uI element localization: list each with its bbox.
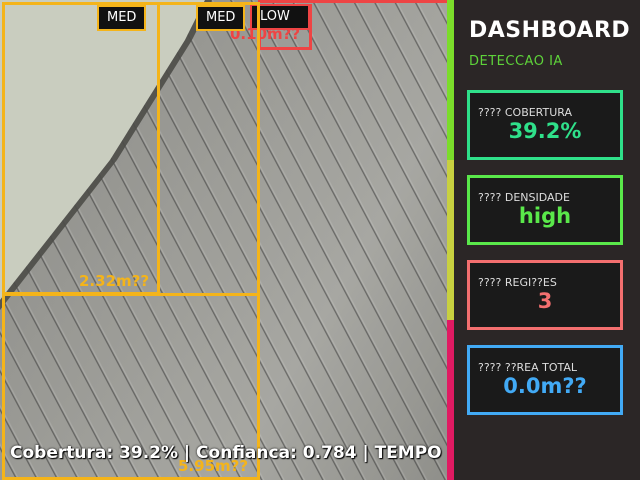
card-total-area: ???? ??REA TOTAL 0.0m?? xyxy=(467,345,623,415)
card-coverage: ???? COBERTURA 39.2% xyxy=(467,90,623,160)
card-coverage-label: ???? COBERTURA xyxy=(478,106,573,119)
panel-title: DASHBOARD xyxy=(469,18,631,43)
card-regions-value: 3 xyxy=(537,289,553,313)
card-total-area-label: ???? ??REA TOTAL xyxy=(478,361,578,374)
status-bar: Cobertura: 39.2% | Confianca: 0.784 | TE… xyxy=(10,443,447,463)
low-box-top-edge xyxy=(258,0,447,3)
camera-feed: 0.10m?? LOW MED 2.32m?? MED 5.95m?? Cobe… xyxy=(0,0,447,480)
detection-tag-med-2: MED xyxy=(196,5,246,31)
card-total-area-value: 0.0m?? xyxy=(503,374,587,398)
panel-subtitle: DETECCAO IA xyxy=(469,54,563,69)
card-regions: ???? REGI??ES 3 xyxy=(467,260,623,330)
card-density-label: ???? DENSIDADE xyxy=(478,191,570,204)
card-density-value: high xyxy=(518,204,572,228)
divider-mid xyxy=(447,160,454,320)
card-density: ???? DENSIDADE high xyxy=(467,175,623,245)
divider-bottom xyxy=(447,320,454,480)
card-coverage-value: 39.2% xyxy=(508,119,582,143)
card-regions-label: ???? REGI??ES xyxy=(478,276,557,289)
dashboard-panel: DASHBOARD DETECCAO IA ???? COBERTURA 39.… xyxy=(454,0,640,480)
divider-top xyxy=(447,0,454,160)
